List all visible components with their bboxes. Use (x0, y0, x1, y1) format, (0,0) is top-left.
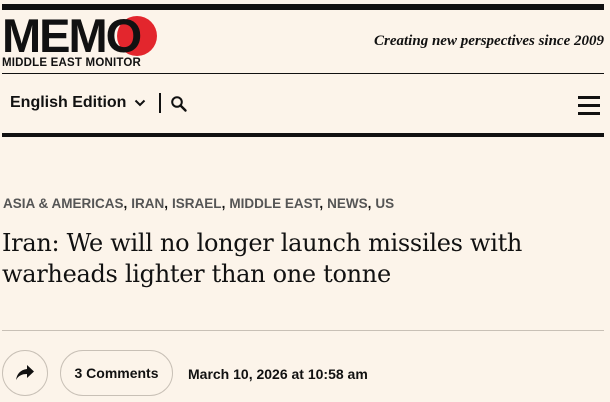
category-link[interactable]: NEWS (327, 196, 368, 211)
nav-separator (159, 93, 161, 113)
hamburger-menu-icon[interactable] (578, 96, 600, 116)
category-link[interactable]: IRAN (131, 196, 164, 211)
category-link[interactable]: MIDDLE EAST (229, 196, 319, 211)
site-tagline: Creating new perspectives since 2009 (374, 33, 604, 49)
logo-subtitle: MIDDLE EAST MONITOR (2, 57, 142, 69)
nav-bottom-rule (2, 133, 604, 137)
category-separator: , (164, 196, 169, 211)
category-separator: , (367, 196, 372, 211)
share-arrow-icon (16, 365, 34, 380)
menu-bar (578, 112, 600, 115)
header-divider (2, 73, 604, 74)
menu-bar (578, 96, 600, 99)
category-links: ASIA & AMERICAS, IRAN, ISRAEL, MIDDLE EAST,… (3, 196, 394, 211)
category-separator: , (221, 196, 226, 211)
category-separator: , (123, 196, 128, 211)
category-link[interactable]: US (375, 196, 394, 211)
edition-label: English Edition (10, 94, 127, 111)
headline-divider (2, 330, 604, 331)
category-separator: , (319, 196, 324, 211)
search-icon[interactable] (170, 95, 188, 113)
article-headline: Iran: We will no longer launch missiles … (2, 229, 523, 288)
category-link[interactable]: ISRAEL (172, 196, 222, 211)
share-button[interactable] (2, 350, 48, 396)
edition-selector[interactable]: English Edition (10, 94, 146, 112)
logo-wordmark: MEMO (2, 9, 142, 62)
comments-button[interactable]: 3 Comments (60, 350, 173, 396)
category-link[interactable]: ASIA & AMERICAS (3, 196, 124, 211)
chevron-down-icon (135, 99, 146, 107)
menu-bar (578, 104, 600, 107)
publish-date: March 10, 2026 at 10:58 am (188, 366, 368, 382)
site-logo[interactable]: MEMO MIDDLE EAST MONITOR (2, 10, 158, 70)
